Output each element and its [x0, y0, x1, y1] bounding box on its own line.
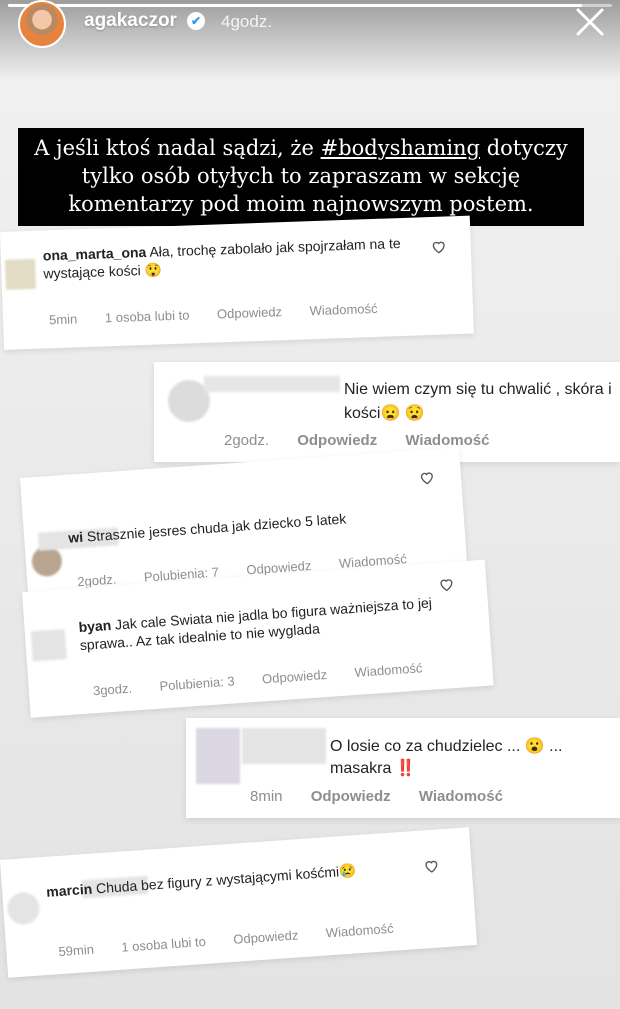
story-time: 4godz.	[221, 12, 273, 31]
likes-count[interactable]: 1 osoba lubi to	[121, 934, 206, 955]
likes-count[interactable]: Polubienia: 3	[159, 673, 235, 693]
comment-text: Nie wiem czym się tu chwalić , skóra i k…	[344, 381, 612, 422]
comment-time: 59min	[58, 941, 95, 960]
comment-text: Jak cale Swiata nie jadla bo figura ważn…	[79, 594, 433, 654]
heart-icon[interactable]	[418, 469, 435, 486]
comment-handle[interactable]: marcin	[46, 881, 93, 900]
reply-button[interactable]: Odpowiedz	[311, 788, 391, 805]
story-caption: A jeśli ktoś nadal sądzi, że #bodyshamin…	[18, 128, 584, 226]
message-button[interactable]: Wiadomość	[419, 788, 503, 805]
comment-handle[interactable]: byan	[78, 617, 112, 635]
caption-text-start: A jeśli ktoś nadal sądzi, że	[34, 136, 321, 160]
comment-card: O losie co za chudzielec ... 😮 ... masak…	[186, 718, 620, 818]
close-icon[interactable]	[570, 2, 610, 42]
reply-button[interactable]: Odpowiedz	[233, 927, 299, 947]
comment-text: O losie co za chudzielec ... 😮 ... masak…	[330, 738, 563, 777]
hashtag-link[interactable]: #bodyshaming	[321, 136, 480, 160]
handle-blurred	[204, 376, 340, 392]
message-button[interactable]: Wiadomość	[405, 432, 489, 449]
heart-icon[interactable]	[423, 857, 440, 874]
comment-time: 5min	[48, 311, 78, 328]
avatar[interactable]	[18, 0, 66, 48]
avatar-blurred	[4, 258, 37, 290]
avatar-blurred	[196, 728, 240, 784]
comment-time: 2godz.	[224, 432, 270, 449]
reply-button[interactable]: Odpowiedz	[262, 667, 328, 687]
message-button[interactable]: Wiadomość	[325, 921, 394, 941]
comment-text: Chuda bez figury z wystającymi kośćmi😢	[95, 862, 357, 897]
comment-handle[interactable]: ona_marta_ona	[43, 244, 147, 264]
handle-blurred	[242, 728, 326, 764]
message-button[interactable]: Wiadomość	[309, 301, 377, 318]
story-progress-fill	[8, 4, 582, 7]
comment-card: ona_marta_ona Ała, trochę zabolało jak s…	[0, 215, 474, 350]
heart-icon[interactable]	[431, 238, 448, 255]
comment-card: Nie wiem czym się tu chwalić , skóra i k…	[154, 362, 620, 462]
verified-badge-icon: ✔	[187, 12, 205, 30]
reply-button[interactable]: Odpowiedz	[217, 304, 283, 321]
comment-time: 3godz.	[92, 680, 133, 699]
story-progress-bar	[8, 4, 612, 7]
comment-text: Strasznie jesres chuda jak dziecko 5 lat…	[86, 510, 347, 545]
reply-button[interactable]: Odpowiedz	[297, 432, 377, 449]
likes-count[interactable]: 1 osoba lubi to	[105, 307, 190, 325]
heart-icon[interactable]	[438, 576, 455, 593]
avatar-blurred	[6, 891, 41, 926]
avatar-blurred	[30, 629, 67, 662]
comment-handle[interactable]: wi	[68, 529, 84, 546]
comment-time: 8min	[250, 788, 283, 805]
username[interactable]: agakaczor	[84, 10, 177, 32]
comment-card: marcin Chuda bez figury z wystającymi ko…	[0, 827, 478, 978]
message-button[interactable]: Wiadomość	[354, 660, 423, 680]
